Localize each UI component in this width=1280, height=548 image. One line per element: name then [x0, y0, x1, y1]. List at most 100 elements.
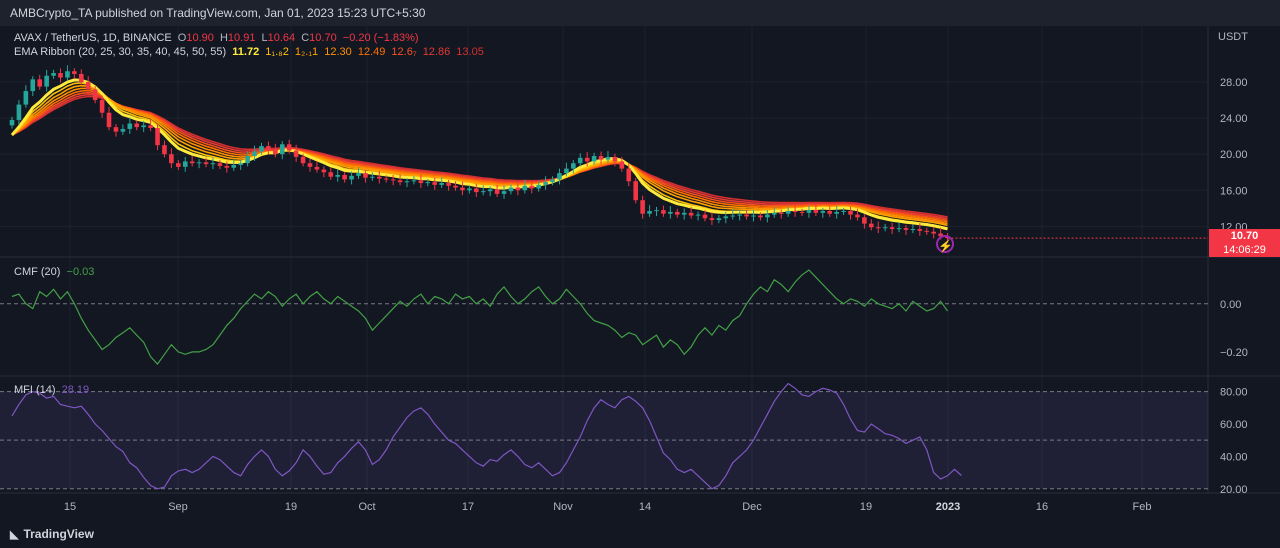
candle-body — [113, 127, 119, 132]
candle-body — [273, 149, 278, 155]
ema-value-25: 1₁.₈2 — [265, 46, 289, 58]
candle-body — [827, 211, 833, 214]
candle-body — [51, 73, 56, 76]
ema-value-20: 11.72 — [232, 46, 260, 58]
candle-body — [30, 79, 36, 92]
candle-body — [37, 79, 43, 87]
candle-body — [432, 182, 438, 185]
flash-icon[interactable]: ⚡ — [936, 235, 954, 253]
main-legend: AVAX / TetherUS, 1D, BINANCE O10.90 H10.… — [14, 32, 422, 44]
ema-legend-title: EMA Ribbon (20, 25, 30, 35, 40, 45, 50, … — [14, 46, 227, 58]
candle-body — [363, 173, 368, 178]
symbol-label: AVAX / TetherUS, 1D, BINANCE — [14, 32, 172, 44]
chart-canvas[interactable]: 15 Sep 19 Oct 17 Nov 14 Dec 19 2023 16 Feb 28.00 24.0… — [0, 26, 1280, 520]
candle-body — [189, 161, 195, 164]
candle-body — [633, 181, 638, 201]
change-value: −0.20 (−1.83%) — [342, 32, 419, 44]
low-value: 10.64 — [267, 32, 296, 44]
candle-body — [44, 75, 49, 87]
mfi-tick-label: 20.00 — [1220, 484, 1248, 496]
candle-body — [259, 146, 264, 152]
x-tick-label: Oct — [358, 501, 375, 513]
candle-body — [709, 218, 715, 221]
x-tick-label: Nov — [553, 501, 573, 513]
ema-value-30: 1₂.₁1 — [294, 46, 319, 58]
cmf-plot — [0, 269, 1208, 365]
candle-body — [335, 174, 341, 177]
candle-body — [314, 166, 320, 170]
candle-body — [342, 174, 347, 180]
candle-body — [397, 180, 403, 183]
candle-body — [453, 185, 458, 188]
candle-body — [758, 215, 763, 218]
candle-body — [238, 163, 243, 166]
last-price-badge: 10.70 14:06:29 — [1209, 229, 1280, 257]
candle-body — [162, 145, 167, 155]
candle-body — [716, 218, 722, 221]
mfi-legend: MFI (14) 28.19 — [14, 384, 92, 396]
candle-body — [737, 214, 742, 216]
candle-body — [106, 112, 112, 128]
candle-body — [501, 191, 507, 194]
candle-body — [598, 156, 604, 160]
candle-body — [529, 185, 535, 189]
candle-body — [564, 168, 569, 174]
ema-value-40: 12.49 — [357, 46, 386, 58]
x-tick-label: Feb — [1133, 501, 1152, 513]
candle-body — [661, 210, 666, 214]
candle-body — [85, 82, 91, 90]
candle-body — [723, 216, 729, 219]
candle-body — [799, 211, 805, 213]
candle-body — [647, 211, 652, 214]
candle-body — [889, 227, 895, 230]
candle-body — [751, 215, 756, 217]
candle-body — [841, 211, 846, 213]
candle-body — [792, 211, 798, 213]
tradingview-brand[interactable]: ◣ TradingView — [10, 527, 94, 541]
high-value: 10.91 — [227, 32, 256, 44]
candle-body — [931, 231, 936, 234]
mfi-plot — [0, 382, 1208, 490]
candle-body — [619, 161, 625, 169]
candle-body — [522, 185, 528, 191]
cmf-title: CMF (20) — [14, 266, 61, 278]
x-tick-label: 19 — [860, 501, 872, 513]
candle-body — [917, 229, 923, 231]
candle-body — [23, 91, 29, 105]
close-label: C — [301, 32, 310, 44]
cmf-tick-label: 0.00 — [1220, 299, 1241, 311]
ema-value-55: 13.05 — [456, 46, 484, 58]
low-label: L — [261, 32, 268, 44]
candle-body — [654, 210, 659, 212]
candle-body — [328, 172, 334, 177]
last-price-value: 10.70 — [1230, 230, 1259, 242]
candle-body — [605, 156, 611, 160]
candle-body — [293, 150, 299, 157]
candle-countdown: 14:06:29 — [1223, 244, 1266, 256]
x-tick-label: Sep — [168, 501, 188, 513]
candle-body — [626, 168, 632, 182]
ema-value-35: 12.30 — [324, 46, 352, 58]
candle-body — [785, 211, 791, 214]
mfi-tick-label: 60.00 — [1220, 419, 1248, 431]
currency-label: USDT — [1218, 31, 1248, 43]
candle-body — [411, 180, 417, 182]
candle-body — [480, 191, 486, 193]
candle-body — [855, 214, 860, 218]
mfi-value: 28.19 — [61, 384, 90, 396]
ema-value-50: 12.86 — [422, 46, 451, 58]
candle-body — [169, 154, 174, 164]
candle-body — [869, 223, 874, 228]
candle-body — [99, 100, 105, 113]
candle-body — [286, 144, 292, 151]
candle-body — [487, 189, 493, 192]
candle-body — [252, 151, 257, 156]
candle-body — [848, 211, 853, 215]
candle-body — [924, 230, 930, 232]
cmf-line — [11, 269, 948, 365]
x-tick-label: 19 — [285, 501, 297, 513]
candle-body — [896, 228, 902, 230]
candle-body — [571, 163, 576, 169]
candle-body — [446, 183, 451, 186]
candle-body — [515, 187, 521, 191]
